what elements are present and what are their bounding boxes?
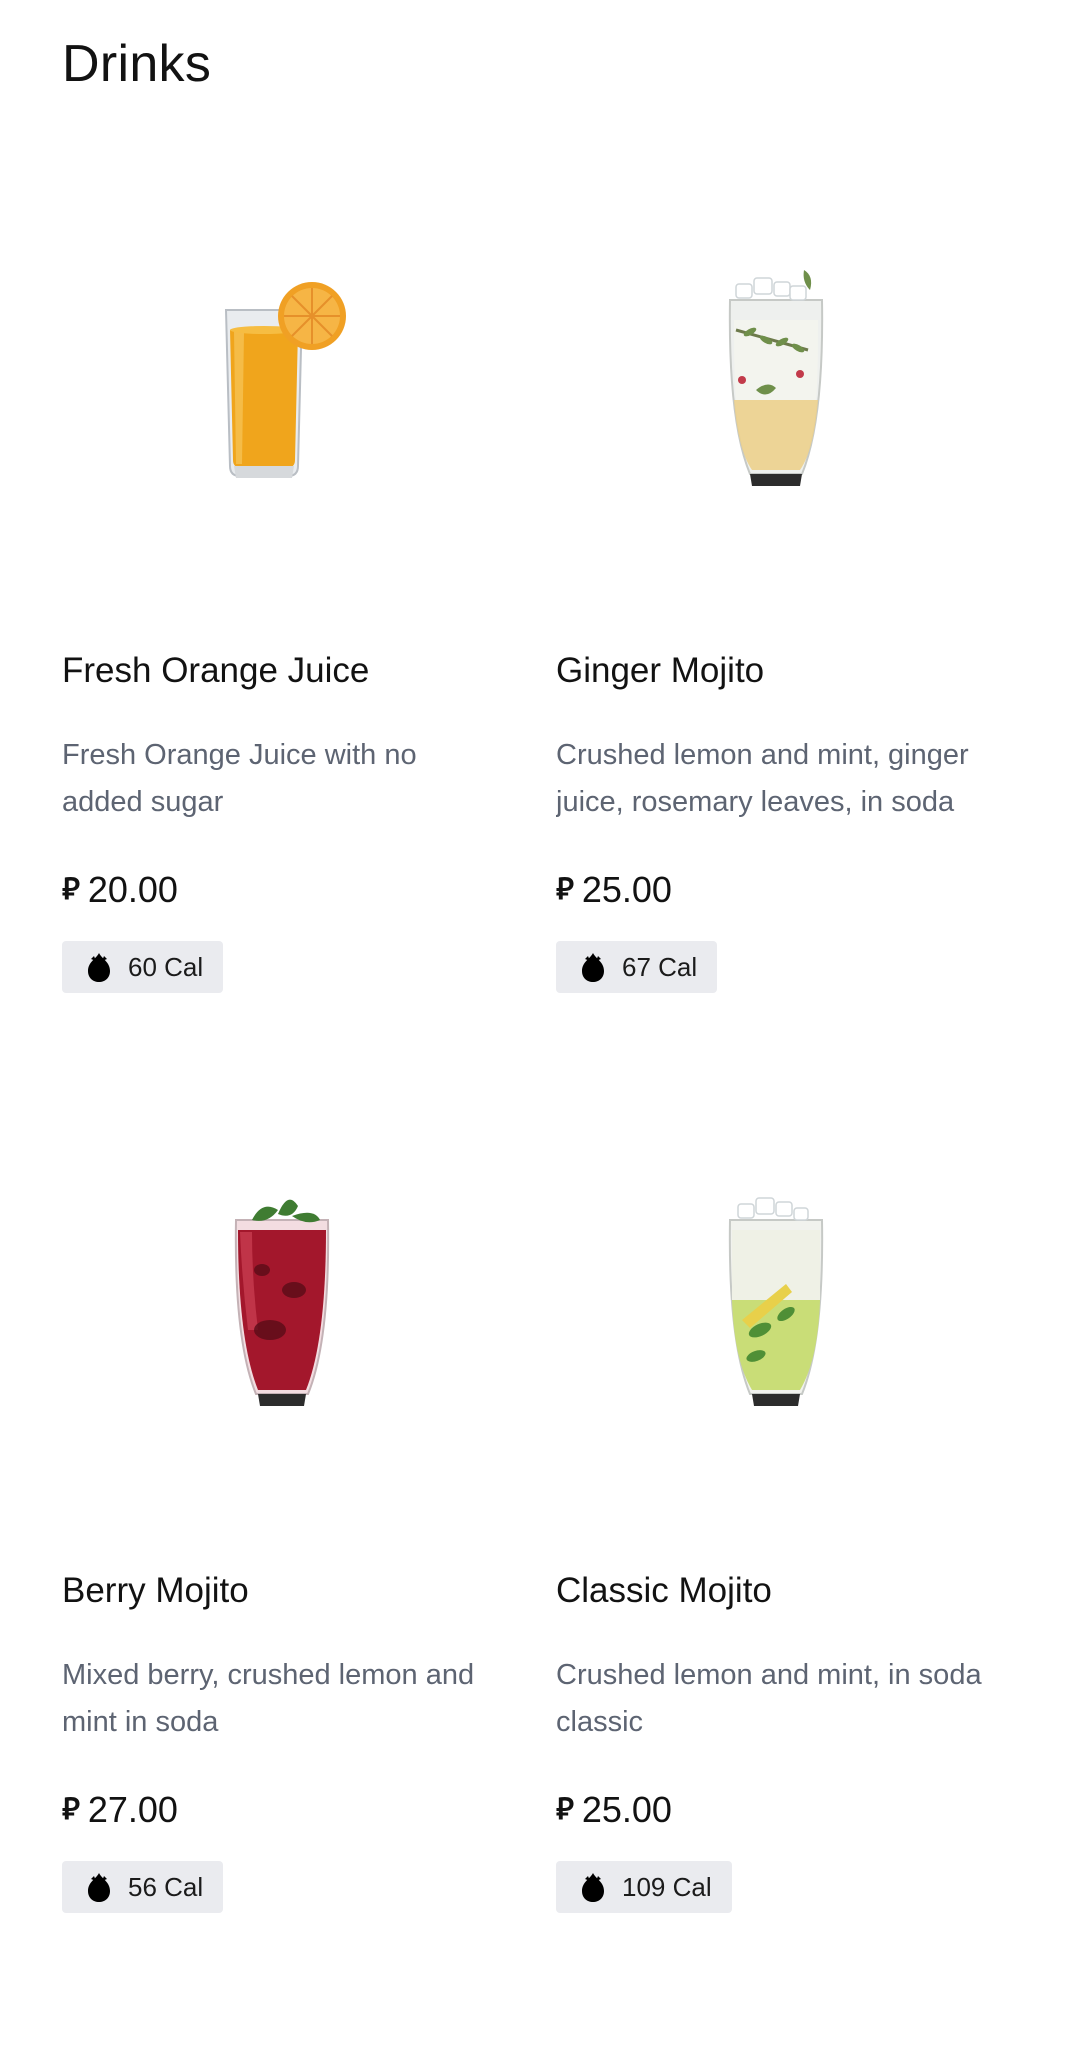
calorie-drop-icon [582,953,604,982]
calories-value: 56 Cal [128,1871,204,1902]
item-name: Ginger Mojito [556,651,765,690]
item-price: ⃁ 20.00 [62,868,178,912]
berry-mojito-glass-icon [234,1199,330,1406]
calorie-drop-icon [582,1873,604,1902]
drink-image [556,140,996,620]
item-name: Fresh Orange Juice [62,651,370,690]
item-description: Fresh Orange Juice with no added sugar [62,739,417,818]
item-description: Mixed berry, crushed lemon and mint in s… [62,1659,475,1738]
currency-icon: ⃁ [62,1793,80,1826]
item-description: Crushed lemon and mint, ginger juice, ro… [556,739,969,818]
calories-value: 60 Cal [128,951,204,982]
menu-item-card[interactable]: Ginger Mojito Crushed lemon and mint, gi… [556,140,996,1000]
item-description: Crushed lemon and mint, in soda classic [556,1659,982,1738]
calorie-drop-icon [88,1873,110,1902]
item-name: Classic Mojito [556,1571,772,1610]
menu-item-card[interactable]: Classic Mojito Crushed lemon and mint, i… [556,1060,996,1920]
calories-badge: 60 Cal [62,941,224,993]
drink-image [556,1060,996,1540]
currency-icon: ⃁ [556,873,574,906]
drink-image [62,1060,502,1540]
item-price: ⃁ 27.00 [62,1788,178,1832]
calories-badge: 56 Cal [62,1861,224,1913]
menu-item-card[interactable]: Berry Mojito Mixed berry, crushed lemon … [62,1060,502,1920]
price-value: 20.00 [87,869,178,910]
classic-mojito-glass-icon [728,1197,824,1406]
section-title: Drinks [62,35,212,93]
orange-juice-glass-icon [224,282,346,478]
calories-badge: 109 Cal [556,1861,732,1913]
item-price: ⃁ 25.00 [556,1788,672,1832]
calories-value: 67 Cal [622,951,698,982]
item-price: ⃁ 25.00 [556,868,672,912]
price-value: 27.00 [87,1789,178,1830]
item-name: Berry Mojito [62,1571,249,1610]
currency-icon: ⃁ [556,1793,574,1826]
calories-value: 109 Cal [622,1871,712,1902]
drink-image [62,140,502,620]
calorie-drop-icon [88,953,110,982]
price-value: 25.00 [581,1789,672,1830]
ginger-mojito-glass-icon [728,270,824,486]
currency-icon: ⃁ [62,873,80,906]
price-value: 25.00 [581,869,672,910]
menu-item-card[interactable]: Fresh Orange Juice Fresh Orange Juice wi… [62,140,502,1000]
calories-badge: 67 Cal [556,941,718,993]
